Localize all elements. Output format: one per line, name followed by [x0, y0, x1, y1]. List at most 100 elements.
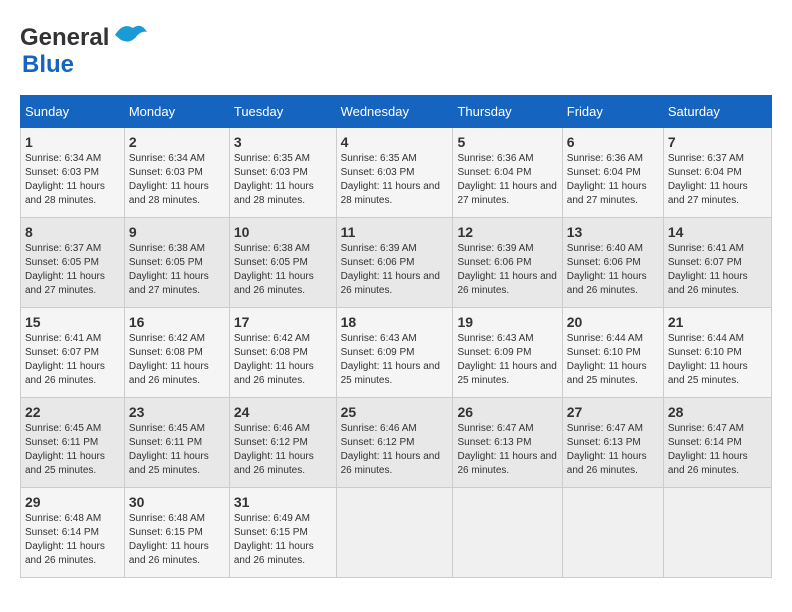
day-number: 10	[234, 224, 332, 240]
calendar-cell: 28 Sunrise: 6:47 AM Sunset: 6:14 PM Dayl…	[663, 398, 771, 488]
col-header-wednesday: Wednesday	[336, 96, 453, 128]
col-header-saturday: Saturday	[663, 96, 771, 128]
day-number: 6	[567, 134, 659, 150]
calendar-cell: 25 Sunrise: 6:46 AM Sunset: 6:12 PM Dayl…	[336, 398, 453, 488]
day-info: Sunrise: 6:40 AM Sunset: 6:06 PM Dayligh…	[567, 242, 659, 298]
logo: General Blue	[20, 20, 149, 79]
day-info: Sunrise: 6:46 AM Sunset: 6:12 PM Dayligh…	[234, 422, 332, 478]
day-info: Sunrise: 6:46 AM Sunset: 6:12 PM Dayligh…	[341, 422, 449, 478]
day-number: 27	[567, 404, 659, 420]
day-number: 2	[129, 134, 225, 150]
day-number: 29	[25, 494, 120, 510]
day-number: 4	[341, 134, 449, 150]
day-number: 20	[567, 314, 659, 330]
calendar-cell: 16 Sunrise: 6:42 AM Sunset: 6:08 PM Dayl…	[124, 308, 229, 398]
day-number: 1	[25, 134, 120, 150]
calendar-cell: 15 Sunrise: 6:41 AM Sunset: 6:07 PM Dayl…	[21, 308, 125, 398]
header-row: SundayMondayTuesdayWednesdayThursdayFrid…	[21, 96, 772, 128]
day-info: Sunrise: 6:49 AM Sunset: 6:15 PM Dayligh…	[234, 512, 332, 568]
calendar-cell: 5 Sunrise: 6:36 AM Sunset: 6:04 PM Dayli…	[453, 128, 562, 218]
logo-blue: Blue	[22, 51, 74, 78]
day-number: 31	[234, 494, 332, 510]
day-number: 17	[234, 314, 332, 330]
day-number: 30	[129, 494, 225, 510]
calendar-cell: 20 Sunrise: 6:44 AM Sunset: 6:10 PM Dayl…	[562, 308, 663, 398]
day-info: Sunrise: 6:44 AM Sunset: 6:10 PM Dayligh…	[668, 332, 767, 388]
calendar-cell: 26 Sunrise: 6:47 AM Sunset: 6:13 PM Dayl…	[453, 398, 562, 488]
day-number: 7	[668, 134, 767, 150]
day-info: Sunrise: 6:35 AM Sunset: 6:03 PM Dayligh…	[234, 152, 332, 208]
calendar-cell: 21 Sunrise: 6:44 AM Sunset: 6:10 PM Dayl…	[663, 308, 771, 398]
day-number: 12	[457, 224, 557, 240]
calendar-cell: 14 Sunrise: 6:41 AM Sunset: 6:07 PM Dayl…	[663, 218, 771, 308]
calendar-cell: 27 Sunrise: 6:47 AM Sunset: 6:13 PM Dayl…	[562, 398, 663, 488]
calendar-cell: 3 Sunrise: 6:35 AM Sunset: 6:03 PM Dayli…	[229, 128, 336, 218]
calendar-cell: 9 Sunrise: 6:38 AM Sunset: 6:05 PM Dayli…	[124, 218, 229, 308]
col-header-sunday: Sunday	[21, 96, 125, 128]
calendar-cell: 6 Sunrise: 6:36 AM Sunset: 6:04 PM Dayli…	[562, 128, 663, 218]
calendar-cell: 30 Sunrise: 6:48 AM Sunset: 6:15 PM Dayl…	[124, 488, 229, 578]
day-info: Sunrise: 6:48 AM Sunset: 6:15 PM Dayligh…	[129, 512, 225, 568]
day-number: 14	[668, 224, 767, 240]
calendar-cell: 17 Sunrise: 6:42 AM Sunset: 6:08 PM Dayl…	[229, 308, 336, 398]
day-info: Sunrise: 6:48 AM Sunset: 6:14 PM Dayligh…	[25, 512, 120, 568]
day-number: 23	[129, 404, 225, 420]
calendar-cell: 10 Sunrise: 6:38 AM Sunset: 6:05 PM Dayl…	[229, 218, 336, 308]
calendar-cell: 2 Sunrise: 6:34 AM Sunset: 6:03 PM Dayli…	[124, 128, 229, 218]
day-info: Sunrise: 6:35 AM Sunset: 6:03 PM Dayligh…	[341, 152, 449, 208]
col-header-monday: Monday	[124, 96, 229, 128]
day-info: Sunrise: 6:37 AM Sunset: 6:04 PM Dayligh…	[668, 152, 767, 208]
day-info: Sunrise: 6:43 AM Sunset: 6:09 PM Dayligh…	[341, 332, 449, 388]
day-info: Sunrise: 6:41 AM Sunset: 6:07 PM Dayligh…	[25, 332, 120, 388]
calendar-cell: 24 Sunrise: 6:46 AM Sunset: 6:12 PM Dayl…	[229, 398, 336, 488]
day-number: 11	[341, 224, 449, 240]
calendar-cell: 29 Sunrise: 6:48 AM Sunset: 6:14 PM Dayl…	[21, 488, 125, 578]
day-number: 21	[668, 314, 767, 330]
week-row-3: 15 Sunrise: 6:41 AM Sunset: 6:07 PM Dayl…	[21, 308, 772, 398]
day-number: 22	[25, 404, 120, 420]
day-info: Sunrise: 6:42 AM Sunset: 6:08 PM Dayligh…	[234, 332, 332, 388]
logo-general: General	[20, 24, 109, 51]
day-info: Sunrise: 6:47 AM Sunset: 6:14 PM Dayligh…	[668, 422, 767, 478]
calendar-cell	[663, 488, 771, 578]
day-info: Sunrise: 6:38 AM Sunset: 6:05 PM Dayligh…	[234, 242, 332, 298]
day-number: 3	[234, 134, 332, 150]
calendar-cell: 22 Sunrise: 6:45 AM Sunset: 6:11 PM Dayl…	[21, 398, 125, 488]
week-row-5: 29 Sunrise: 6:48 AM Sunset: 6:14 PM Dayl…	[21, 488, 772, 578]
day-number: 18	[341, 314, 449, 330]
week-row-1: 1 Sunrise: 6:34 AM Sunset: 6:03 PM Dayli…	[21, 128, 772, 218]
calendar-cell: 19 Sunrise: 6:43 AM Sunset: 6:09 PM Dayl…	[453, 308, 562, 398]
day-info: Sunrise: 6:36 AM Sunset: 6:04 PM Dayligh…	[567, 152, 659, 208]
day-info: Sunrise: 6:45 AM Sunset: 6:11 PM Dayligh…	[25, 422, 120, 478]
day-info: Sunrise: 6:44 AM Sunset: 6:10 PM Dayligh…	[567, 332, 659, 388]
calendar-cell: 23 Sunrise: 6:45 AM Sunset: 6:11 PM Dayl…	[124, 398, 229, 488]
calendar-cell: 12 Sunrise: 6:39 AM Sunset: 6:06 PM Dayl…	[453, 218, 562, 308]
day-number: 26	[457, 404, 557, 420]
week-row-4: 22 Sunrise: 6:45 AM Sunset: 6:11 PM Dayl…	[21, 398, 772, 488]
day-info: Sunrise: 6:41 AM Sunset: 6:07 PM Dayligh…	[668, 242, 767, 298]
calendar-cell: 7 Sunrise: 6:37 AM Sunset: 6:04 PM Dayli…	[663, 128, 771, 218]
day-number: 24	[234, 404, 332, 420]
day-number: 16	[129, 314, 225, 330]
page-header: General Blue	[20, 20, 772, 79]
day-info: Sunrise: 6:37 AM Sunset: 6:05 PM Dayligh…	[25, 242, 120, 298]
day-info: Sunrise: 6:36 AM Sunset: 6:04 PM Dayligh…	[457, 152, 557, 208]
calendar-cell	[336, 488, 453, 578]
calendar-cell: 8 Sunrise: 6:37 AM Sunset: 6:05 PM Dayli…	[21, 218, 125, 308]
day-number: 13	[567, 224, 659, 240]
col-header-friday: Friday	[562, 96, 663, 128]
calendar-cell	[562, 488, 663, 578]
day-number: 15	[25, 314, 120, 330]
day-number: 8	[25, 224, 120, 240]
col-header-tuesday: Tuesday	[229, 96, 336, 128]
day-info: Sunrise: 6:45 AM Sunset: 6:11 PM Dayligh…	[129, 422, 225, 478]
day-info: Sunrise: 6:34 AM Sunset: 6:03 PM Dayligh…	[25, 152, 120, 208]
day-info: Sunrise: 6:47 AM Sunset: 6:13 PM Dayligh…	[457, 422, 557, 478]
calendar-cell: 13 Sunrise: 6:40 AM Sunset: 6:06 PM Dayl…	[562, 218, 663, 308]
day-info: Sunrise: 6:42 AM Sunset: 6:08 PM Dayligh…	[129, 332, 225, 388]
calendar-cell: 1 Sunrise: 6:34 AM Sunset: 6:03 PM Dayli…	[21, 128, 125, 218]
col-header-thursday: Thursday	[453, 96, 562, 128]
calendar-cell: 31 Sunrise: 6:49 AM Sunset: 6:15 PM Dayl…	[229, 488, 336, 578]
day-info: Sunrise: 6:34 AM Sunset: 6:03 PM Dayligh…	[129, 152, 225, 208]
week-row-2: 8 Sunrise: 6:37 AM Sunset: 6:05 PM Dayli…	[21, 218, 772, 308]
